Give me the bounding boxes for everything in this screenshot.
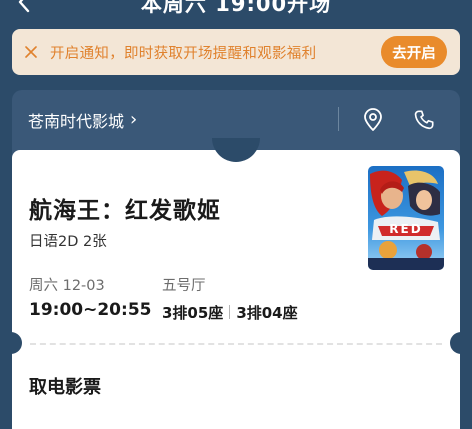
showtime: 19:00~20:55 [29,300,152,320]
phone-icon [414,110,434,130]
ticket-card: 航海王：红发歌姬 日语2D 2张 RED 周六 12-03 五号厅 19:00~… [4,138,468,429]
chevron-right-icon: › [130,109,138,130]
ticket-notch [4,332,22,354]
nav-bar: 本周六 19:00开场 [0,0,472,22]
seat: 3排04座 [236,304,298,322]
ticket-notch [212,138,260,162]
cinema-name: 苍南时代影城 [28,112,125,131]
page-title: 本周六 19:00开场 [140,0,332,16]
divider [338,107,339,131]
seat: 3排05座 [162,304,224,322]
movie-poster[interactable]: RED [368,166,444,270]
divider [229,305,231,319]
movie-title: 航海王：红发歌姬 [29,198,221,224]
movie-info: 日语2D 2张 [29,234,107,250]
ticket-notch [450,332,468,354]
date-label: 周六 12-03 [29,278,105,294]
enable-notification-button[interactable]: 去开启 [381,36,447,68]
close-icon [25,46,37,58]
seat-info: 3排05座 3排04座 [162,302,298,323]
phone-button[interactable] [409,105,439,135]
location-pin-icon [364,108,382,131]
poster-title-text: RED [389,222,423,236]
dashed-divider [30,343,442,345]
pickup-section-title: 取电影票 [29,377,101,398]
notification-text: 开启通知，即时获取开场提醒和观影福利 [50,45,317,62]
hall-label: 五号厅 [162,278,206,294]
location-button[interactable] [358,105,388,135]
poster-image [368,166,444,270]
close-button[interactable] [12,29,50,75]
cinema-link[interactable]: 苍南时代影城 › [28,108,137,132]
notification-banner: 开启通知，即时获取开场提醒和观影福利 去开启 [12,29,460,75]
